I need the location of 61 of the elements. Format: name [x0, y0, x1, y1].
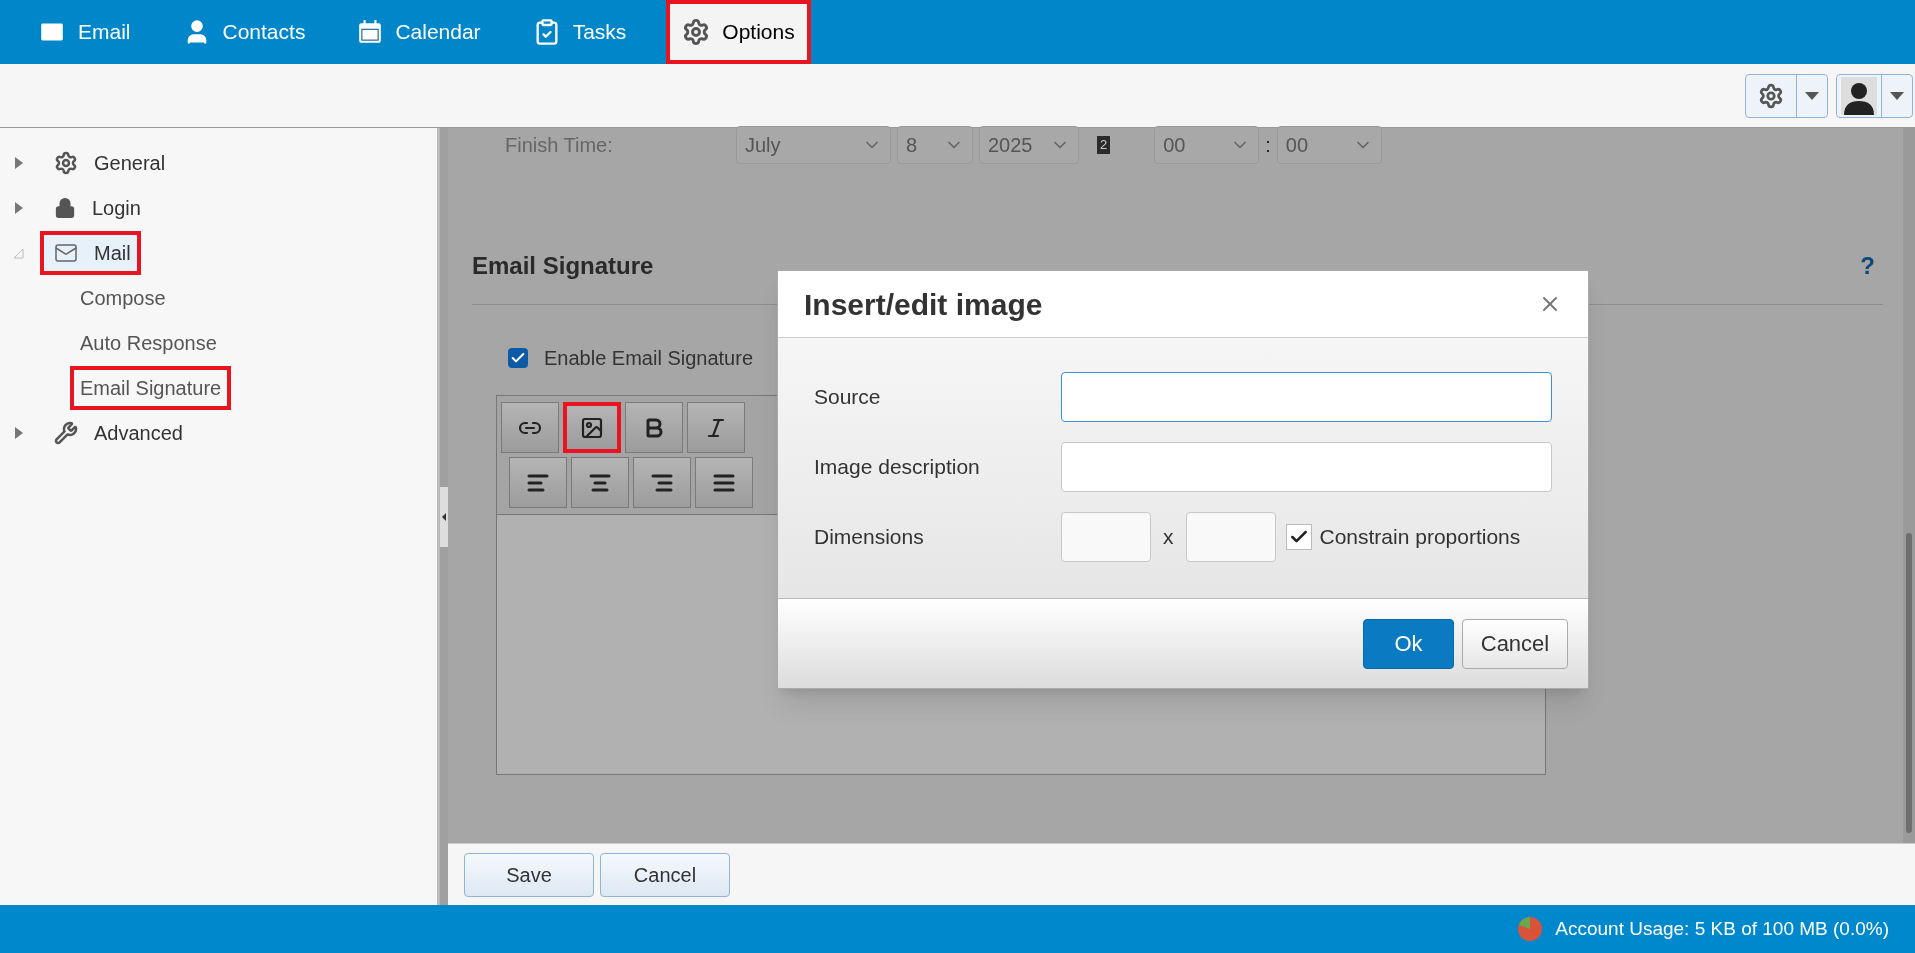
sidebar-item[interactable]: General	[40, 140, 176, 185]
person-silhouette-icon	[1841, 76, 1877, 115]
sidebar-item[interactable]: Mail	[40, 230, 141, 275]
sidebar-subitem[interactable]: Auto Response	[70, 320, 227, 365]
time-separator: :	[1265, 133, 1271, 158]
toolbar-button[interactable]	[509, 457, 567, 508]
toolbar-button[interactable]	[633, 457, 691, 508]
sidebar-subitem[interactable]: Compose	[70, 275, 176, 320]
settings-menu-button[interactable]	[1745, 73, 1828, 118]
checkbox[interactable]	[508, 348, 528, 368]
nav-tab[interactable]: Tasks	[520, 0, 639, 64]
section-title: Email Signature	[472, 251, 654, 281]
wrench-icon	[54, 420, 78, 445]
toolbar-button[interactable]	[501, 402, 559, 453]
collapse-handle-icon[interactable]	[440, 486, 448, 547]
nav-tab[interactable]: Options	[666, 0, 811, 64]
toolbar-button[interactable]	[625, 402, 683, 453]
account-usage-text: Account Usage: 5 KB of 100 MB (0.0%)	[1555, 916, 1889, 941]
checkbox[interactable]	[1285, 524, 1312, 550]
dialog-title: Insert/edit image	[804, 286, 1043, 323]
calendar-badge[interactable]: 2	[1097, 136, 1111, 154]
help-link[interactable]: ?	[1860, 248, 1875, 284]
checkbox-label: Enable Email Signature	[544, 346, 753, 371]
settings-icon	[54, 150, 78, 175]
field-label: Finish Time:	[505, 133, 614, 158]
user-menu-button[interactable]	[1836, 73, 1913, 118]
lock-icon	[54, 196, 76, 219]
settings-icon	[682, 18, 711, 46]
collapsed-triangle-icon[interactable]	[14, 426, 24, 439]
scrollbar-thumb[interactable]	[1906, 533, 1912, 833]
toolbar-button[interactable]	[571, 457, 629, 508]
footer-button[interactable]: Cancel	[600, 852, 730, 897]
caret-down-icon	[1805, 91, 1819, 100]
text-field[interactable]	[1061, 442, 1552, 492]
height-field[interactable]	[1185, 512, 1276, 562]
field-label: Dimensions	[814, 524, 925, 551]
field-label: Image description	[814, 454, 981, 481]
nav-tab[interactable]: Calendar	[345, 0, 493, 64]
settings-icon	[1758, 82, 1784, 109]
dialog-button[interactable]: Cancel	[1462, 618, 1568, 669]
width-field[interactable]	[1061, 512, 1151, 562]
image-icon	[580, 415, 604, 440]
dimension-separator: x	[1163, 524, 1174, 551]
collapsed-triangle-icon[interactable]	[14, 201, 24, 214]
dialog-button[interactable]: Ok	[1363, 618, 1454, 669]
pie-chart-icon	[1517, 916, 1544, 942]
sidebar-subitem[interactable]: Email Signature	[70, 365, 232, 410]
text-field[interactable]	[1061, 372, 1552, 422]
toolbar-button[interactable]	[563, 402, 621, 453]
caret-down-icon	[1890, 91, 1904, 100]
calendar-icon	[357, 19, 384, 45]
footer-button[interactable]: Save	[464, 852, 594, 897]
checkbox-label: Constrain proportions	[1319, 524, 1521, 551]
sidebar-item[interactable]: Advanced	[40, 410, 193, 455]
field-label: Source	[814, 384, 882, 411]
nav-tab[interactable]: Email	[26, 0, 143, 64]
collapsed-triangle-icon[interactable]	[14, 156, 24, 169]
toolbar-button[interactable]	[695, 457, 753, 508]
nav-tab[interactable]: Contacts	[170, 0, 318, 64]
sidebar-item[interactable]: Login	[40, 185, 151, 230]
toolbar-button[interactable]	[687, 402, 745, 453]
